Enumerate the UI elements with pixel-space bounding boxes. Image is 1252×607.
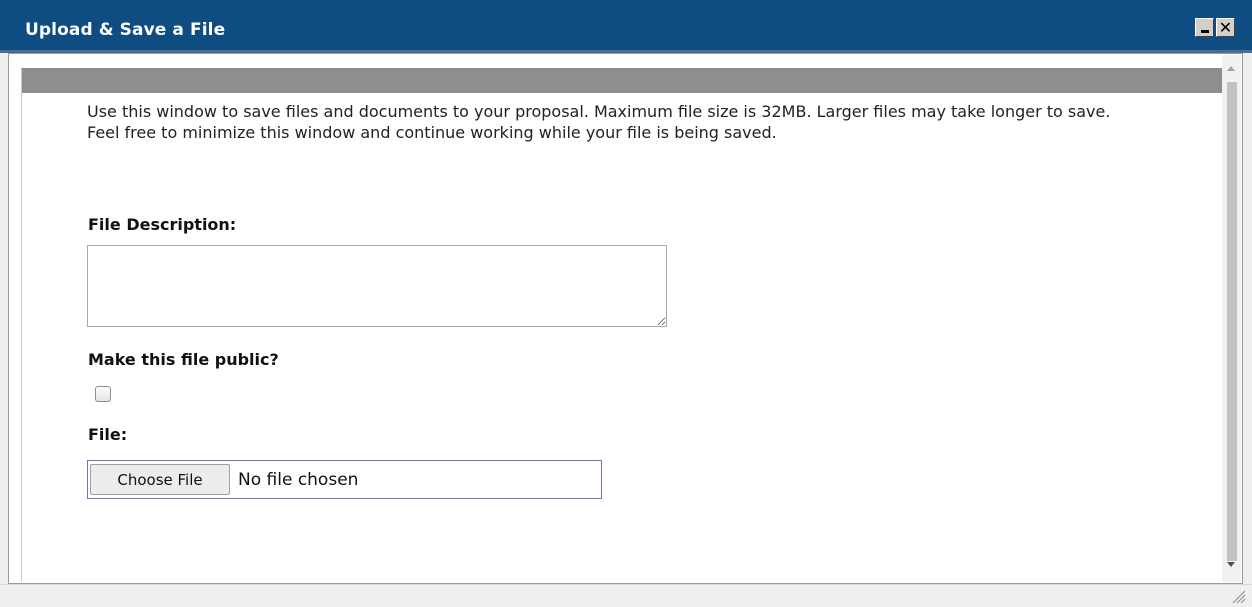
resize-grip-icon[interactable] [1230,588,1246,604]
file-description-label: File Description: [88,215,237,234]
file-description-input[interactable] [87,245,667,327]
window-titlebar[interactable]: Upload & Save a File ✕ [0,0,1252,53]
upload-dialog-window: Upload & Save a File ✕ Use this window t… [0,0,1252,607]
close-button[interactable]: ✕ [1216,18,1235,37]
scroll-up-icon[interactable] [1227,66,1235,71]
scroll-down-icon[interactable] [1227,562,1235,567]
minimize-button[interactable] [1195,18,1214,37]
make-public-label: Make this file public? [88,350,279,369]
minimize-icon [1200,30,1209,33]
close-icon: ✕ [1218,17,1233,37]
choose-file-button[interactable]: Choose File [90,464,230,495]
vertical-scrollbar[interactable] [1222,55,1241,582]
file-status-text: No file chosen [238,470,359,490]
section-header-bar [22,68,1222,93]
file-label: File: [88,425,128,444]
file-picker[interactable]: Choose File No file chosen [87,460,602,499]
make-public-checkbox[interactable] [95,386,111,402]
window-statusbar [0,584,1252,607]
intro-text: Use this window to save files and docume… [87,102,1111,142]
window-title: Upload & Save a File [25,20,226,40]
scroll-thumb[interactable] [1227,82,1237,561]
